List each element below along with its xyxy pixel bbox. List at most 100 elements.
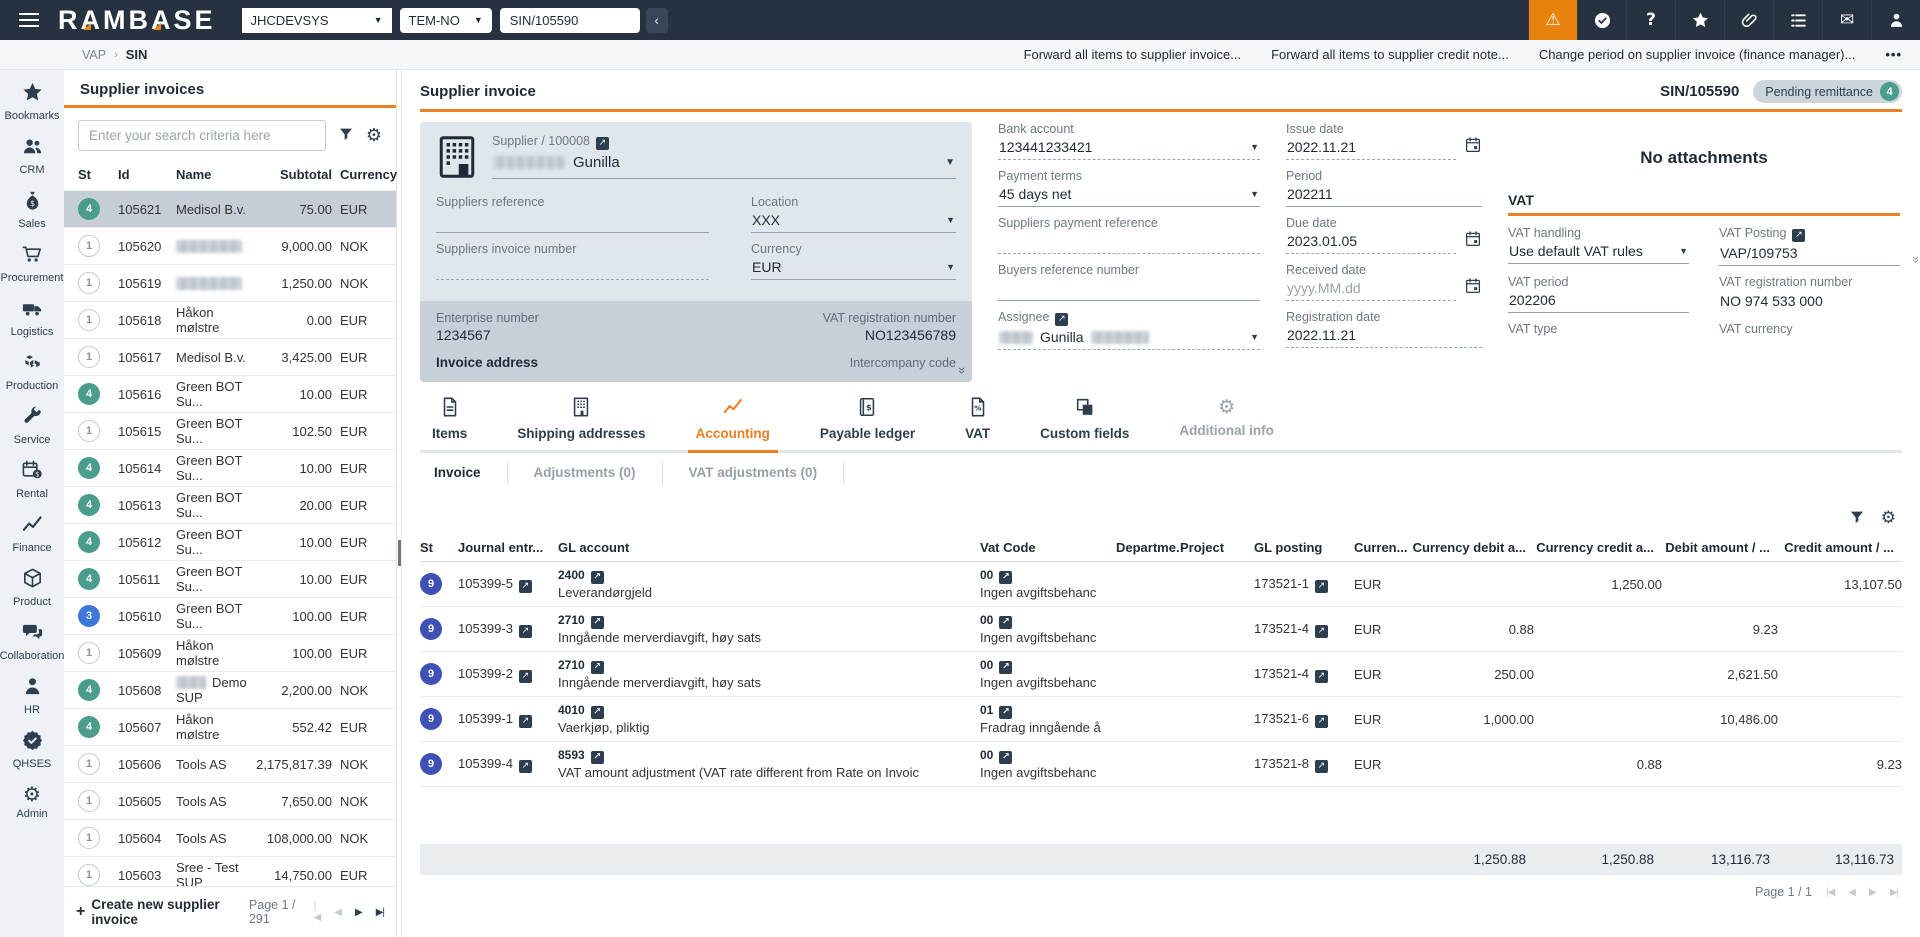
- suppliers-reference-field[interactable]: Suppliers reference: [436, 195, 709, 233]
- breadcrumb-parent[interactable]: VAP: [82, 48, 106, 62]
- invoice-list-row[interactable]: 1 105604 Tools AS 108,000.00 NOK: [64, 819, 396, 856]
- panel-resize-handle[interactable]: [397, 70, 402, 937]
- last-page-icon[interactable]: ▶|: [1890, 887, 1899, 898]
- create-supplier-invoice-button[interactable]: + Create new supplier invoice: [76, 897, 243, 927]
- vat-code-link[interactable]: 00: [980, 613, 1116, 629]
- gl-account-link[interactable]: 2710: [558, 658, 980, 674]
- sidebar-item-logistics[interactable]: Logistics: [0, 290, 64, 344]
- calendar-icon[interactable]: [1464, 136, 1482, 160]
- action-link-0[interactable]: Forward all items to supplier invoice...: [1024, 47, 1241, 62]
- invoice-list-row[interactable]: 3 105610 Green BOT Su... 100.00 EUR: [64, 597, 396, 634]
- currency-field[interactable]: Currency EUR ▼: [751, 242, 956, 280]
- sidebar-item-production[interactable]: Production: [0, 344, 64, 398]
- journal-entry-link[interactable]: 105399-2: [458, 666, 558, 683]
- invoice-list-row[interactable]: 4 105611 Green BOT Su... 10.00 EUR: [64, 560, 396, 597]
- action-link-2[interactable]: Change period on supplier invoice (finan…: [1539, 47, 1856, 62]
- sidebar-item-product[interactable]: Product: [0, 560, 64, 614]
- global-search-input[interactable]: SIN/105590: [499, 7, 640, 33]
- invoice-list-row[interactable]: 1 105617 Medisol B.v. 3,425.00 EUR: [64, 338, 396, 375]
- supplier-select[interactable]: Gunilla ▼: [492, 150, 956, 179]
- journal-entry-link[interactable]: 105399-1: [458, 711, 558, 728]
- invoice-list-row[interactable]: 1 105609 Håkon mølstre 100.00 EUR: [64, 634, 396, 671]
- tab-additional-info[interactable]: ⚙ Additional info: [1177, 394, 1275, 450]
- vat-code-link[interactable]: 01: [980, 703, 1116, 719]
- invoice-list-row[interactable]: 1 105619 1,250.00 NOK: [64, 264, 396, 301]
- gl-posting-link[interactable]: 173521-1: [1254, 576, 1354, 593]
- vat-handling-field[interactable]: VAT handling Use default VAT rules ▼: [1508, 226, 1689, 266]
- sidebar-item-qhses[interactable]: QHSES: [0, 722, 64, 776]
- sidebar-item-collaboration[interactable]: Collaboration: [0, 614, 64, 668]
- tab-payable-ledger[interactable]: $ Payable ledger: [818, 394, 917, 450]
- invoice-list-row[interactable]: 1 105618 Håkon mølstre 0.00 EUR: [64, 301, 396, 338]
- gl-posting-link[interactable]: 173521-4: [1254, 666, 1354, 683]
- calendar-icon[interactable]: [1464, 230, 1482, 254]
- previous-page-icon[interactable]: ◀: [1848, 887, 1856, 898]
- vat-code-link[interactable]: 00: [980, 748, 1116, 764]
- invoice-list-row[interactable]: 4 105608 Demo SUP 2,200.00 NOK: [64, 671, 396, 708]
- tab-items[interactable]: Items: [430, 394, 469, 450]
- invoice-list-row[interactable]: 4 105616 Green BOT Su... 10.00 EUR: [64, 375, 396, 412]
- sidebar-item-finance[interactable]: Finance: [0, 506, 64, 560]
- user-button[interactable]: [1871, 0, 1920, 40]
- sidebar-item-procurement[interactable]: Procurement: [0, 236, 64, 290]
- more-actions-button[interactable]: •••: [1885, 47, 1902, 62]
- buyers-reference-number-field[interactable]: Buyers reference number: [998, 263, 1260, 301]
- previous-page-icon[interactable]: ◀: [334, 907, 342, 918]
- alert-button[interactable]: ⚠: [1528, 0, 1577, 40]
- next-page-icon[interactable]: ▶: [355, 907, 363, 918]
- vat-registration-number-field[interactable]: VAT registration number NO 974 533 000: [1719, 275, 1900, 313]
- tab-accounting[interactable]: Accounting: [687, 394, 779, 453]
- invoice-list-row[interactable]: 1 105606 Tools AS 2,175,817.39 NOK: [64, 745, 396, 782]
- subtab-invoice[interactable]: Invoice: [420, 462, 508, 483]
- sidebar-item-service[interactable]: Service: [0, 398, 64, 452]
- invoice-list-row[interactable]: 1 105605 Tools AS 7,650.00 NOK: [64, 782, 396, 819]
- gear-icon[interactable]: ⚙: [1881, 508, 1896, 528]
- tab-custom-fields[interactable]: Custom fields: [1038, 394, 1131, 450]
- invoice-list-row[interactable]: 4 105607 Håkon mølstre 552.42 EUR: [64, 708, 396, 745]
- suppliers-payment-reference-field[interactable]: Suppliers payment reference: [998, 216, 1260, 254]
- star-button[interactable]: [1675, 0, 1724, 40]
- vat-period-field[interactable]: VAT period 202206: [1508, 275, 1689, 313]
- last-page-icon[interactable]: ▶|: [376, 907, 385, 918]
- open-supplier-link-icon[interactable]: [596, 137, 609, 150]
- first-page-icon[interactable]: |◀: [314, 901, 322, 923]
- payment-terms-field[interactable]: Payment terms 45 days net ▼: [998, 169, 1260, 207]
- gl-posting-link[interactable]: 173521-8: [1254, 756, 1354, 773]
- due-date-field[interactable]: Due date 2023.01.05: [1286, 216, 1482, 254]
- open-link-icon[interactable]: [1055, 313, 1069, 326]
- mail-button[interactable]: ✉: [1822, 0, 1871, 40]
- search-input[interactable]: [78, 120, 326, 151]
- invoice-list-row[interactable]: 4 105621 Medisol B.v. 75.00 EUR: [64, 190, 396, 227]
- expand-card-icon[interactable]: »: [955, 367, 970, 374]
- vat-posting-field[interactable]: VAT Posting VAP/109753: [1719, 226, 1900, 266]
- hamburger-menu-icon[interactable]: [0, 0, 58, 40]
- period-field[interactable]: Period 202211: [1286, 169, 1482, 207]
- issue-date-field[interactable]: Issue date 2022.11.21: [1286, 122, 1482, 160]
- help-button[interactable]: ?: [1626, 0, 1675, 40]
- invoice-list-row[interactable]: 4 105613 Green BOT Su... 20.00 EUR: [64, 486, 396, 523]
- tab-vat[interactable]: % VAT: [963, 394, 992, 450]
- gl-account-link[interactable]: 2400: [558, 568, 980, 584]
- sidebar-item-bookmarks[interactable]: Bookmarks: [0, 74, 64, 128]
- collapse-search-button[interactable]: ‹: [645, 7, 668, 33]
- gl-posting-link[interactable]: 173521-4: [1254, 621, 1354, 638]
- journal-entry-link[interactable]: 105399-5: [458, 576, 558, 593]
- next-page-icon[interactable]: ▶: [1869, 887, 1877, 898]
- invoice-list-row[interactable]: 4 105612 Green BOT Su... 10.00 EUR: [64, 523, 396, 560]
- first-page-icon[interactable]: |◀: [1826, 887, 1835, 898]
- list-button[interactable]: [1773, 0, 1822, 40]
- invoice-list-row[interactable]: 1 105615 Green BOT Su... 102.50 EUR: [64, 412, 396, 449]
- filter-icon[interactable]: [338, 126, 354, 145]
- sidebar-item-admin[interactable]: ⚙ Admin: [0, 776, 64, 826]
- journal-entry-link[interactable]: 105399-3: [458, 621, 558, 638]
- gl-account-link[interactable]: 2710: [558, 613, 980, 629]
- gl-posting-link[interactable]: 173521-6: [1254, 711, 1354, 728]
- system-select[interactable]: JHCDEVSYS ▼: [241, 7, 392, 33]
- suppliers-invoice-number-field[interactable]: Suppliers invoice number: [436, 242, 709, 280]
- invoice-list-row[interactable]: 4 105614 Green BOT Su... 10.00 EUR: [64, 449, 396, 486]
- subtab-adjustments-0-[interactable]: Adjustments (0): [508, 462, 663, 483]
- vat-type-field[interactable]: VAT type: [1508, 322, 1689, 360]
- registration-date-field[interactable]: Registration date 2022.11.21: [1286, 310, 1482, 348]
- received-date-field[interactable]: Received date yyyy.MM.dd: [1286, 263, 1482, 301]
- invoice-list-row[interactable]: 1 105620 9,000.00 NOK: [64, 227, 396, 264]
